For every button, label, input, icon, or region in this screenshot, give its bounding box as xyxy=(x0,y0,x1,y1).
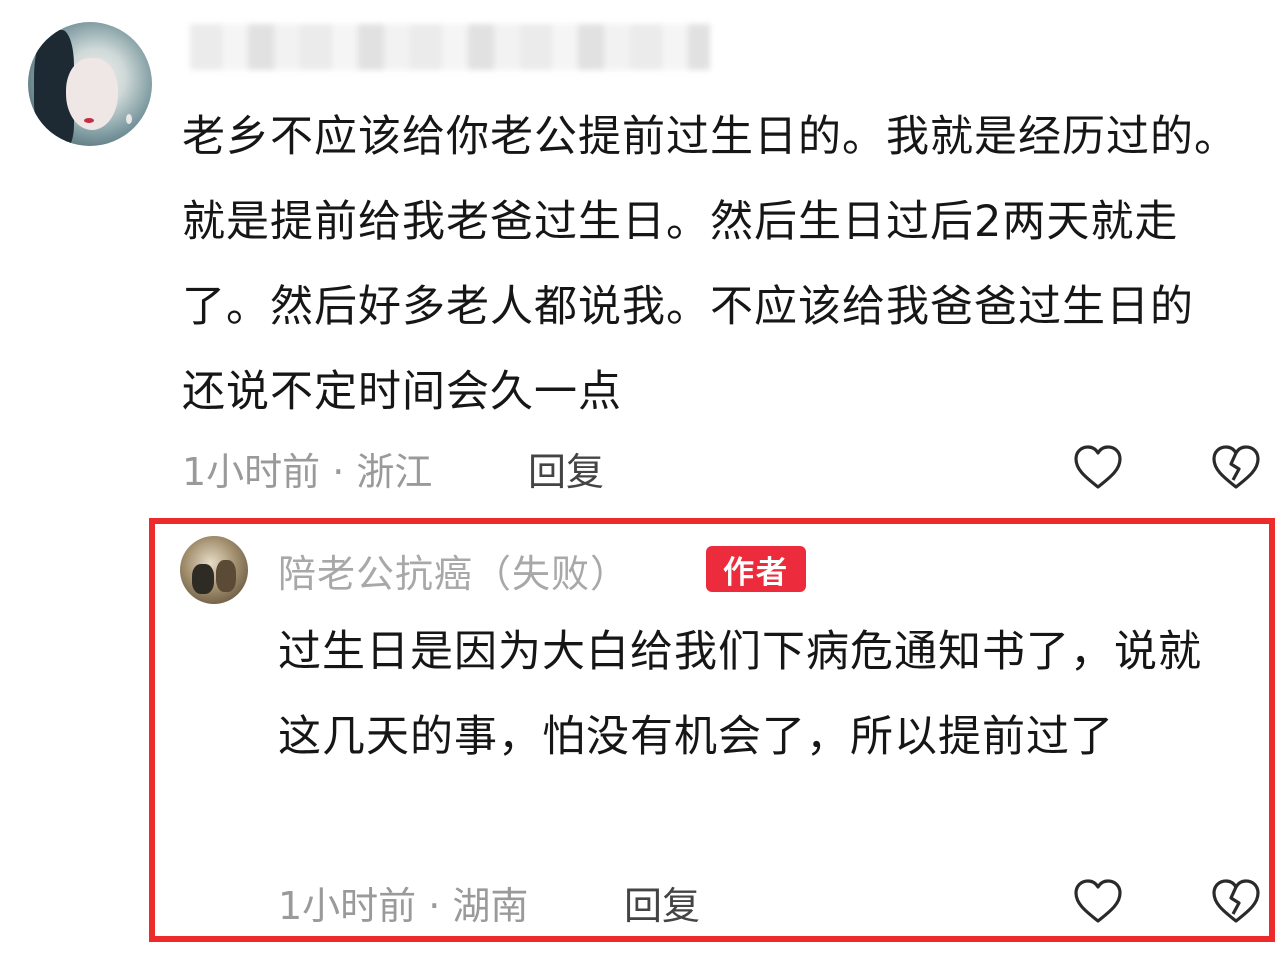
comment-text: 老乡不应该给你老公提前过生日的。我就是经历过的。就是提前给我老爸过生日。然后生日… xyxy=(182,112,1238,417)
heart-outline-icon[interactable] xyxy=(1070,874,1126,930)
author-badge: 作者 xyxy=(706,546,806,592)
username[interactable]: 陪老公抗癌（失败） xyxy=(278,542,629,598)
reply-button[interactable]: 回复 xyxy=(528,440,604,496)
heart-outline-icon[interactable] xyxy=(1070,440,1126,496)
broken-heart-icon[interactable] xyxy=(1208,440,1264,496)
comment-thread: 老乡不应该给你老公提前过生日的。我就是经历过的。就是提前给我老爸过生日。然后生日… xyxy=(0,0,1286,962)
comment-text: 过生日是因为大白给我们下病危通知书了，说就这几天的事，怕没有机会了，所以提前过了 xyxy=(278,627,1202,762)
reply-button[interactable]: 回复 xyxy=(624,874,700,930)
avatar[interactable] xyxy=(180,536,248,604)
avatar[interactable] xyxy=(28,22,152,146)
comment-meta: 1小时前 · 浙江 xyxy=(182,449,433,494)
comment-meta: 1小时前 · 湖南 xyxy=(278,883,529,928)
broken-heart-icon[interactable] xyxy=(1208,874,1264,930)
username-blurred[interactable] xyxy=(190,24,710,70)
